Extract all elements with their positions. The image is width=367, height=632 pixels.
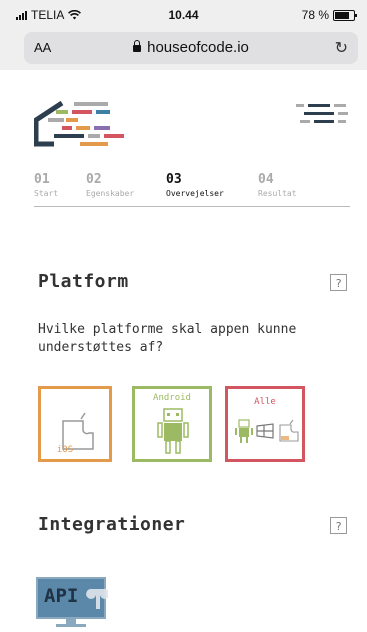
step-label: Resultat xyxy=(258,189,297,198)
apple-small-icon xyxy=(279,419,299,442)
platform-question: Hvilke platforme skal appen kunne unders… xyxy=(38,322,297,355)
windows-icon xyxy=(256,423,274,439)
battery-info: 78 % xyxy=(301,8,357,22)
browser-toolbar: AA houseofcode.io ↻ xyxy=(0,26,367,70)
reload-icon[interactable]: ↻ xyxy=(335,38,348,58)
step-label: Egenskaber xyxy=(86,189,135,198)
android-robot-icon xyxy=(157,408,189,454)
hamburger-menu-icon[interactable] xyxy=(294,102,350,126)
step-number: 02 xyxy=(86,172,102,187)
integrations-help-button[interactable]: ? xyxy=(330,517,347,534)
step-label: Start xyxy=(34,189,59,198)
all-label: Alle xyxy=(254,397,276,407)
progress-steps: 01 Start 02 Egenskaber 03 Overvejelser 0… xyxy=(34,172,350,207)
step-egenskaber[interactable]: 02 Egenskaber xyxy=(86,172,134,198)
integrations-heading: Integrationer xyxy=(38,514,186,535)
step-overvejelser[interactable]: 03 Overvejelser xyxy=(166,172,224,198)
lock-icon xyxy=(133,40,142,52)
android-small-icon xyxy=(235,419,253,443)
android-label: Android xyxy=(153,393,191,403)
url-text: houseofcode.io xyxy=(147,39,249,56)
step-resultat[interactable]: 04 Resultat xyxy=(258,172,297,198)
address-bar[interactable]: AA houseofcode.io ↻ xyxy=(24,32,358,64)
ios-label: iOS xyxy=(56,445,74,455)
battery-fill xyxy=(335,11,350,19)
status-bar: TELIA 10.44 78 % xyxy=(0,0,367,26)
platform-help-button[interactable]: ? xyxy=(330,274,347,291)
step-number: 03 xyxy=(166,172,182,187)
step-number: 01 xyxy=(34,172,50,187)
platform-option-all[interactable]: Alle xyxy=(225,386,305,462)
platform-option-ios[interactable]: iOS xyxy=(38,386,112,462)
api-option[interactable]: API xyxy=(36,577,108,629)
step-label: Overvejelser xyxy=(166,189,224,198)
platform-heading: Platform xyxy=(38,271,129,292)
platform-option-android[interactable]: Android xyxy=(132,386,212,462)
url-display[interactable]: houseofcode.io xyxy=(24,39,358,56)
api-label: API xyxy=(44,585,79,607)
house-of-code-logo[interactable] xyxy=(34,100,134,160)
battery-percent: 78 % xyxy=(301,8,329,22)
step-number: 04 xyxy=(258,172,274,187)
battery-icon xyxy=(333,9,357,21)
step-start[interactable]: 01 Start xyxy=(34,172,58,198)
